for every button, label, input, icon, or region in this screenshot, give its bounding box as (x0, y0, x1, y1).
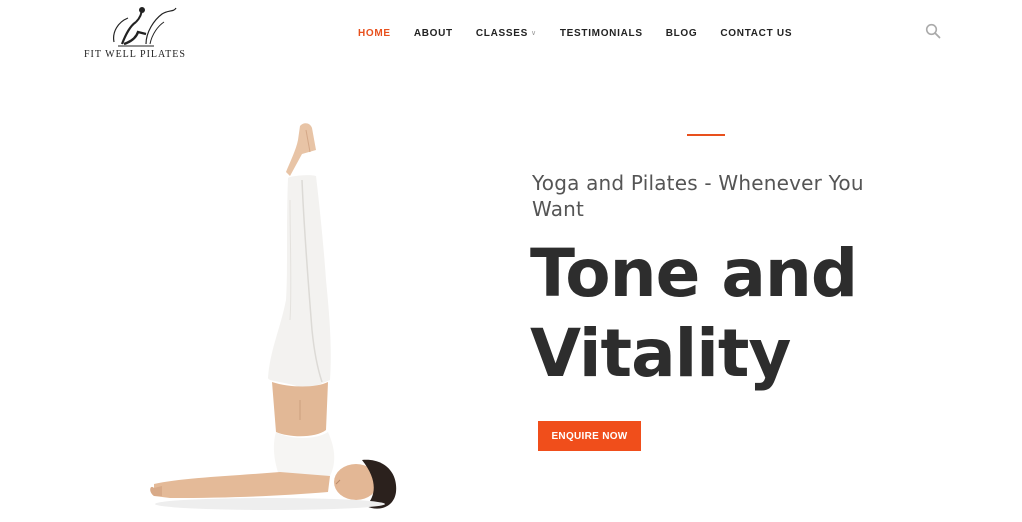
pilates-figure-logo-icon (113, 7, 177, 47)
nav-item-home[interactable]: HOME (358, 28, 391, 39)
nav-item-about[interactable]: ABOUT (414, 28, 453, 39)
nav-item-label: CLASSES (475, 27, 529, 39)
nav-item-label: HOME (358, 27, 391, 39)
nav-item-label: ABOUT (413, 27, 453, 39)
hero-title: Tone and Vitality (530, 234, 910, 394)
main-nav: HOME ABOUT CLASSES ∨ TESTIMONIALS BLOG CO… (358, 26, 815, 40)
nav-item-classes[interactable]: CLASSES ∨ (476, 28, 537, 39)
woman-shoulder-stand-pose-photo (150, 123, 397, 510)
brand-name: Fit Well Pilates (84, 49, 186, 60)
enquire-now-button[interactable]: ENQUIRE NOW (538, 421, 641, 451)
nav-item-label: TESTIMONIALS (559, 27, 643, 39)
search-button[interactable] (925, 23, 941, 39)
nav-item-testimonials[interactable]: TESTIMONIALS (560, 28, 643, 39)
hero-subtitle: Yoga and Pilates - Whenever You Want (532, 171, 864, 221)
site-logo[interactable]: Fit Well Pilates (80, 4, 185, 62)
hero-title-line-1: Tone and (530, 235, 858, 312)
nav-item-blog[interactable]: BLOG (666, 28, 698, 39)
hero-title-line-2: Vitality (530, 315, 791, 392)
site-header: Fit Well Pilates HOME ABOUT CLASSES ∨ TES… (0, 0, 1022, 66)
nav-item-contact-us[interactable]: CONTACT US (720, 28, 792, 39)
chevron-down-icon: ∨ (531, 30, 537, 37)
accent-divider (687, 134, 725, 136)
page: Fit Well Pilates HOME ABOUT CLASSES ∨ TES… (0, 0, 1022, 522)
nav-item-label: CONTACT US (720, 27, 793, 39)
nav-item-label: BLOG (665, 27, 698, 39)
search-icon (925, 23, 941, 39)
